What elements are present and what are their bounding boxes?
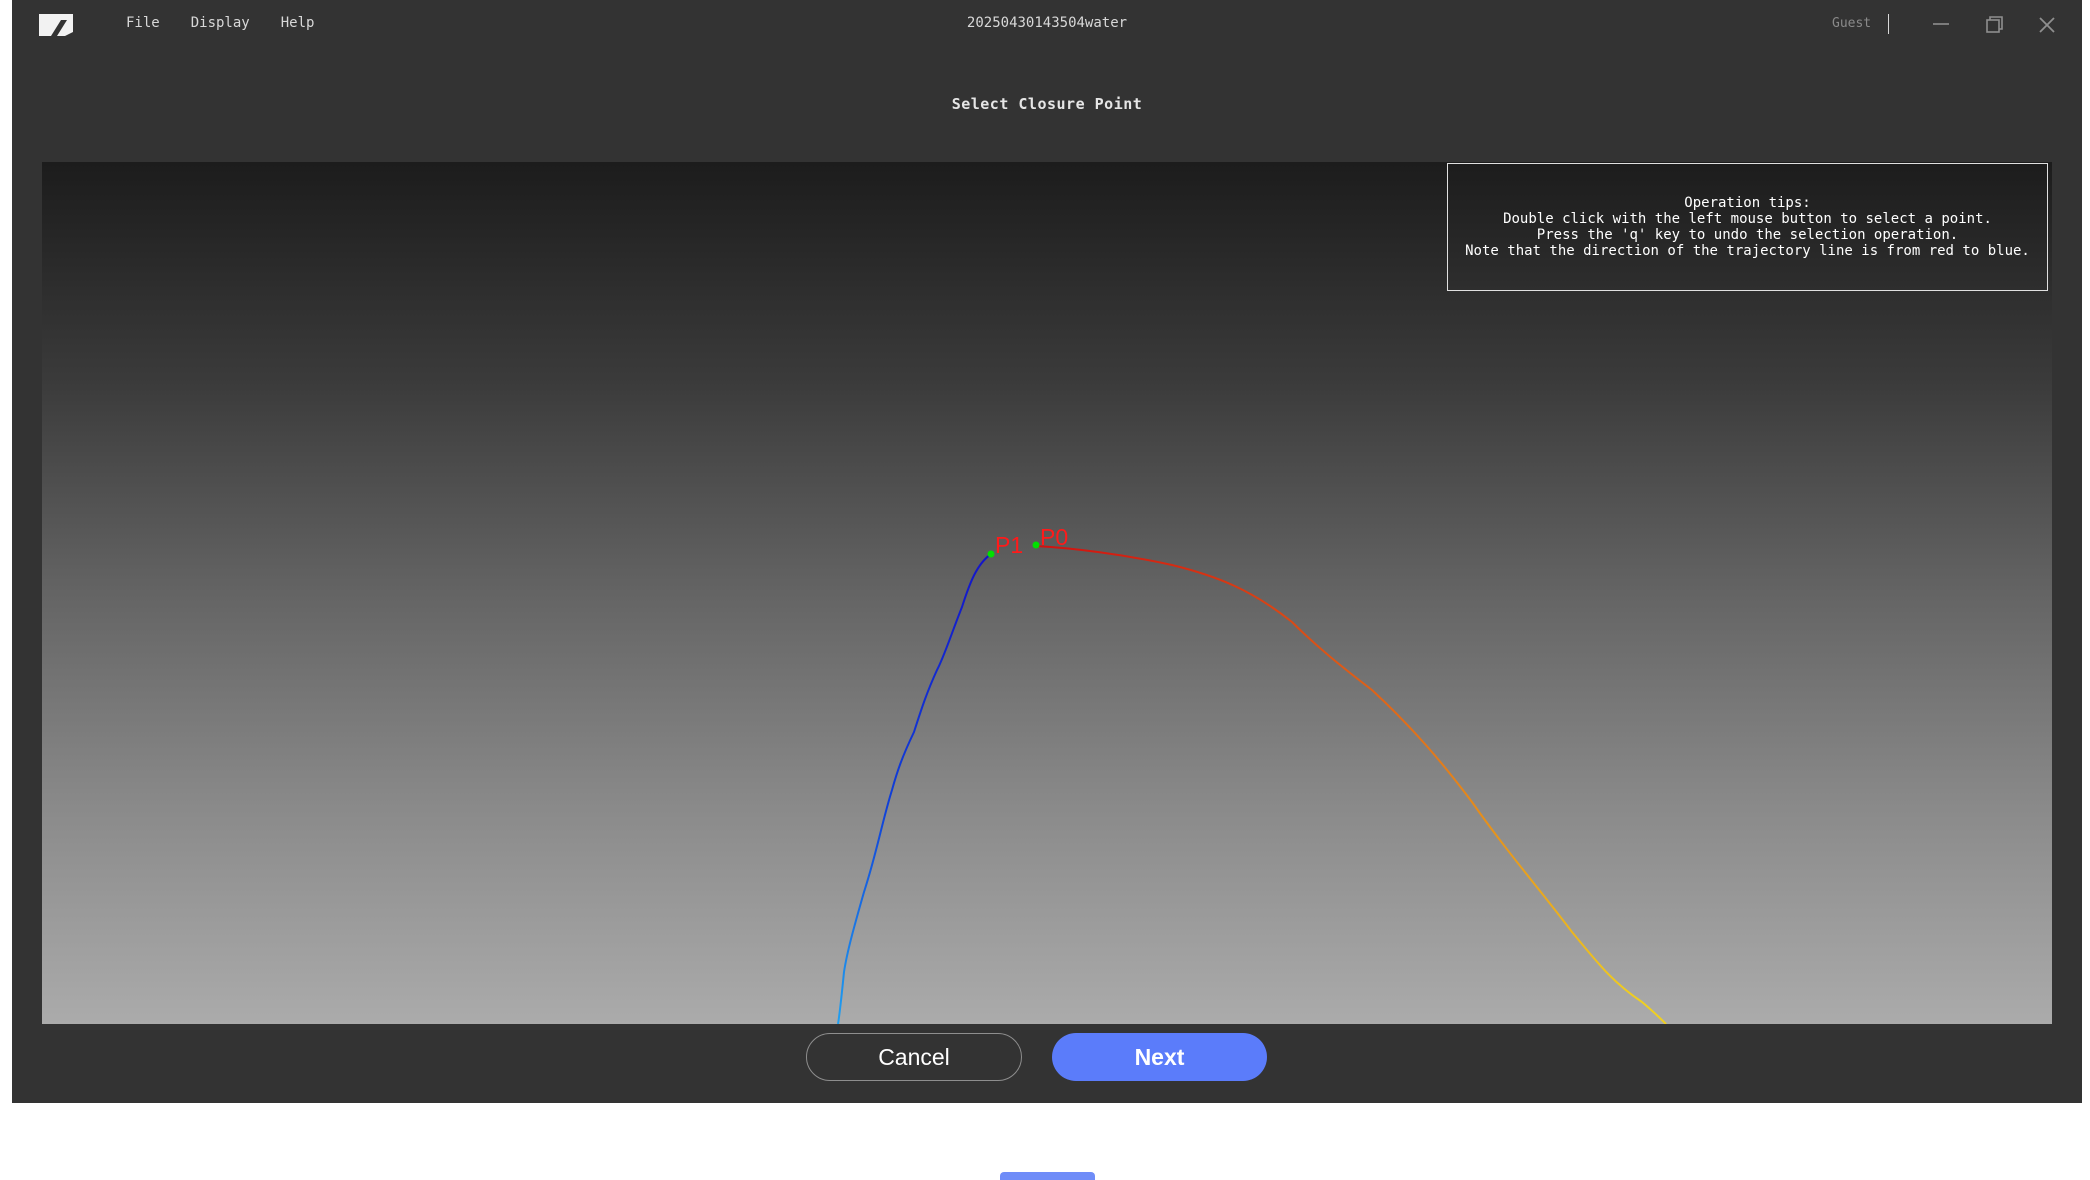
minimize-icon[interactable] <box>1926 10 1956 40</box>
window-title: 20250430143504water <box>966 15 1128 31</box>
operation-tips-box: Operation tips: Double click with the le… <box>1447 163 2048 291</box>
tips-line: Note that the direction of the trajector… <box>1465 243 2030 259</box>
next-button[interactable]: Next <box>1052 1033 1267 1081</box>
tips-line: Double click with the left mouse button … <box>1503 211 1992 227</box>
dialog-title: Select Closure Point <box>951 95 1143 113</box>
restore-icon[interactable] <box>1979 10 2009 40</box>
point-marker-p0[interactable] <box>1032 541 1040 549</box>
title-separator <box>1888 14 1889 34</box>
trajectory-canvas[interactable]: P0 P1 <box>42 162 2052 1024</box>
cancel-button[interactable]: Cancel <box>806 1033 1022 1081</box>
underlying-page-button[interactable] <box>1000 1172 1095 1180</box>
tips-line: Press the 'q' key to undo the selection … <box>1536 227 1959 243</box>
point-label-p1: P1 <box>995 532 1023 558</box>
user-label[interactable]: Guest <box>1832 16 1871 31</box>
close-icon[interactable] <box>2032 10 2062 40</box>
point-label-p0: P0 <box>1040 524 1068 550</box>
tips-heading: Operation tips: <box>1684 195 1811 211</box>
trajectory-line-start <box>1035 545 1667 1024</box>
app-window: File Display Help 20250430143504water Gu… <box>12 0 2082 1103</box>
trajectory-viewport[interactable]: P0 P1 Operation tips: Double click with … <box>42 162 2052 1024</box>
point-marker-p1[interactable] <box>987 550 995 558</box>
trajectory-line-end <box>837 553 992 1024</box>
title-bar: File Display Help 20250430143504water Gu… <box>12 0 2082 50</box>
